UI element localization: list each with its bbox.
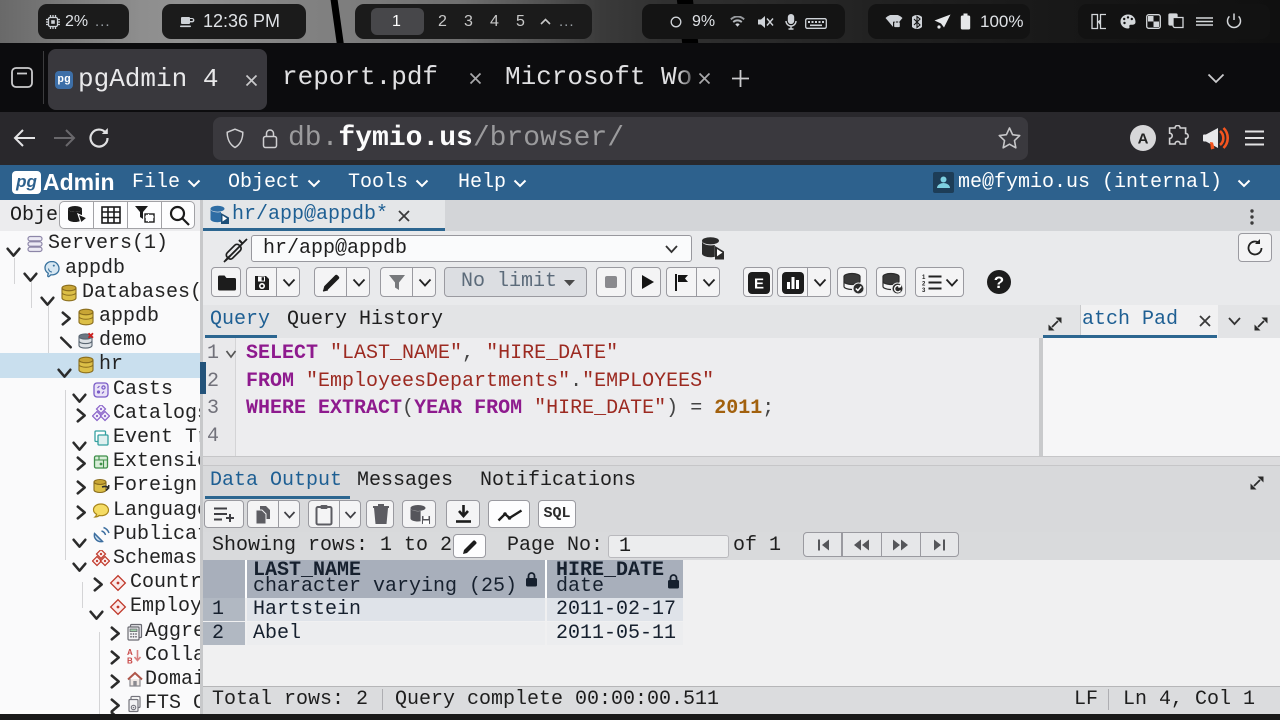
svg-text:3: 3 [922, 288, 926, 292]
svg-text:2: 2 [922, 282, 926, 288]
svg-text:?: ? [994, 273, 1004, 292]
svg-text:E: E [754, 276, 764, 293]
svg-text:1: 1 [922, 275, 926, 281]
svg-text:A: A [1138, 131, 1149, 148]
svg-text:B: B [127, 657, 133, 666]
